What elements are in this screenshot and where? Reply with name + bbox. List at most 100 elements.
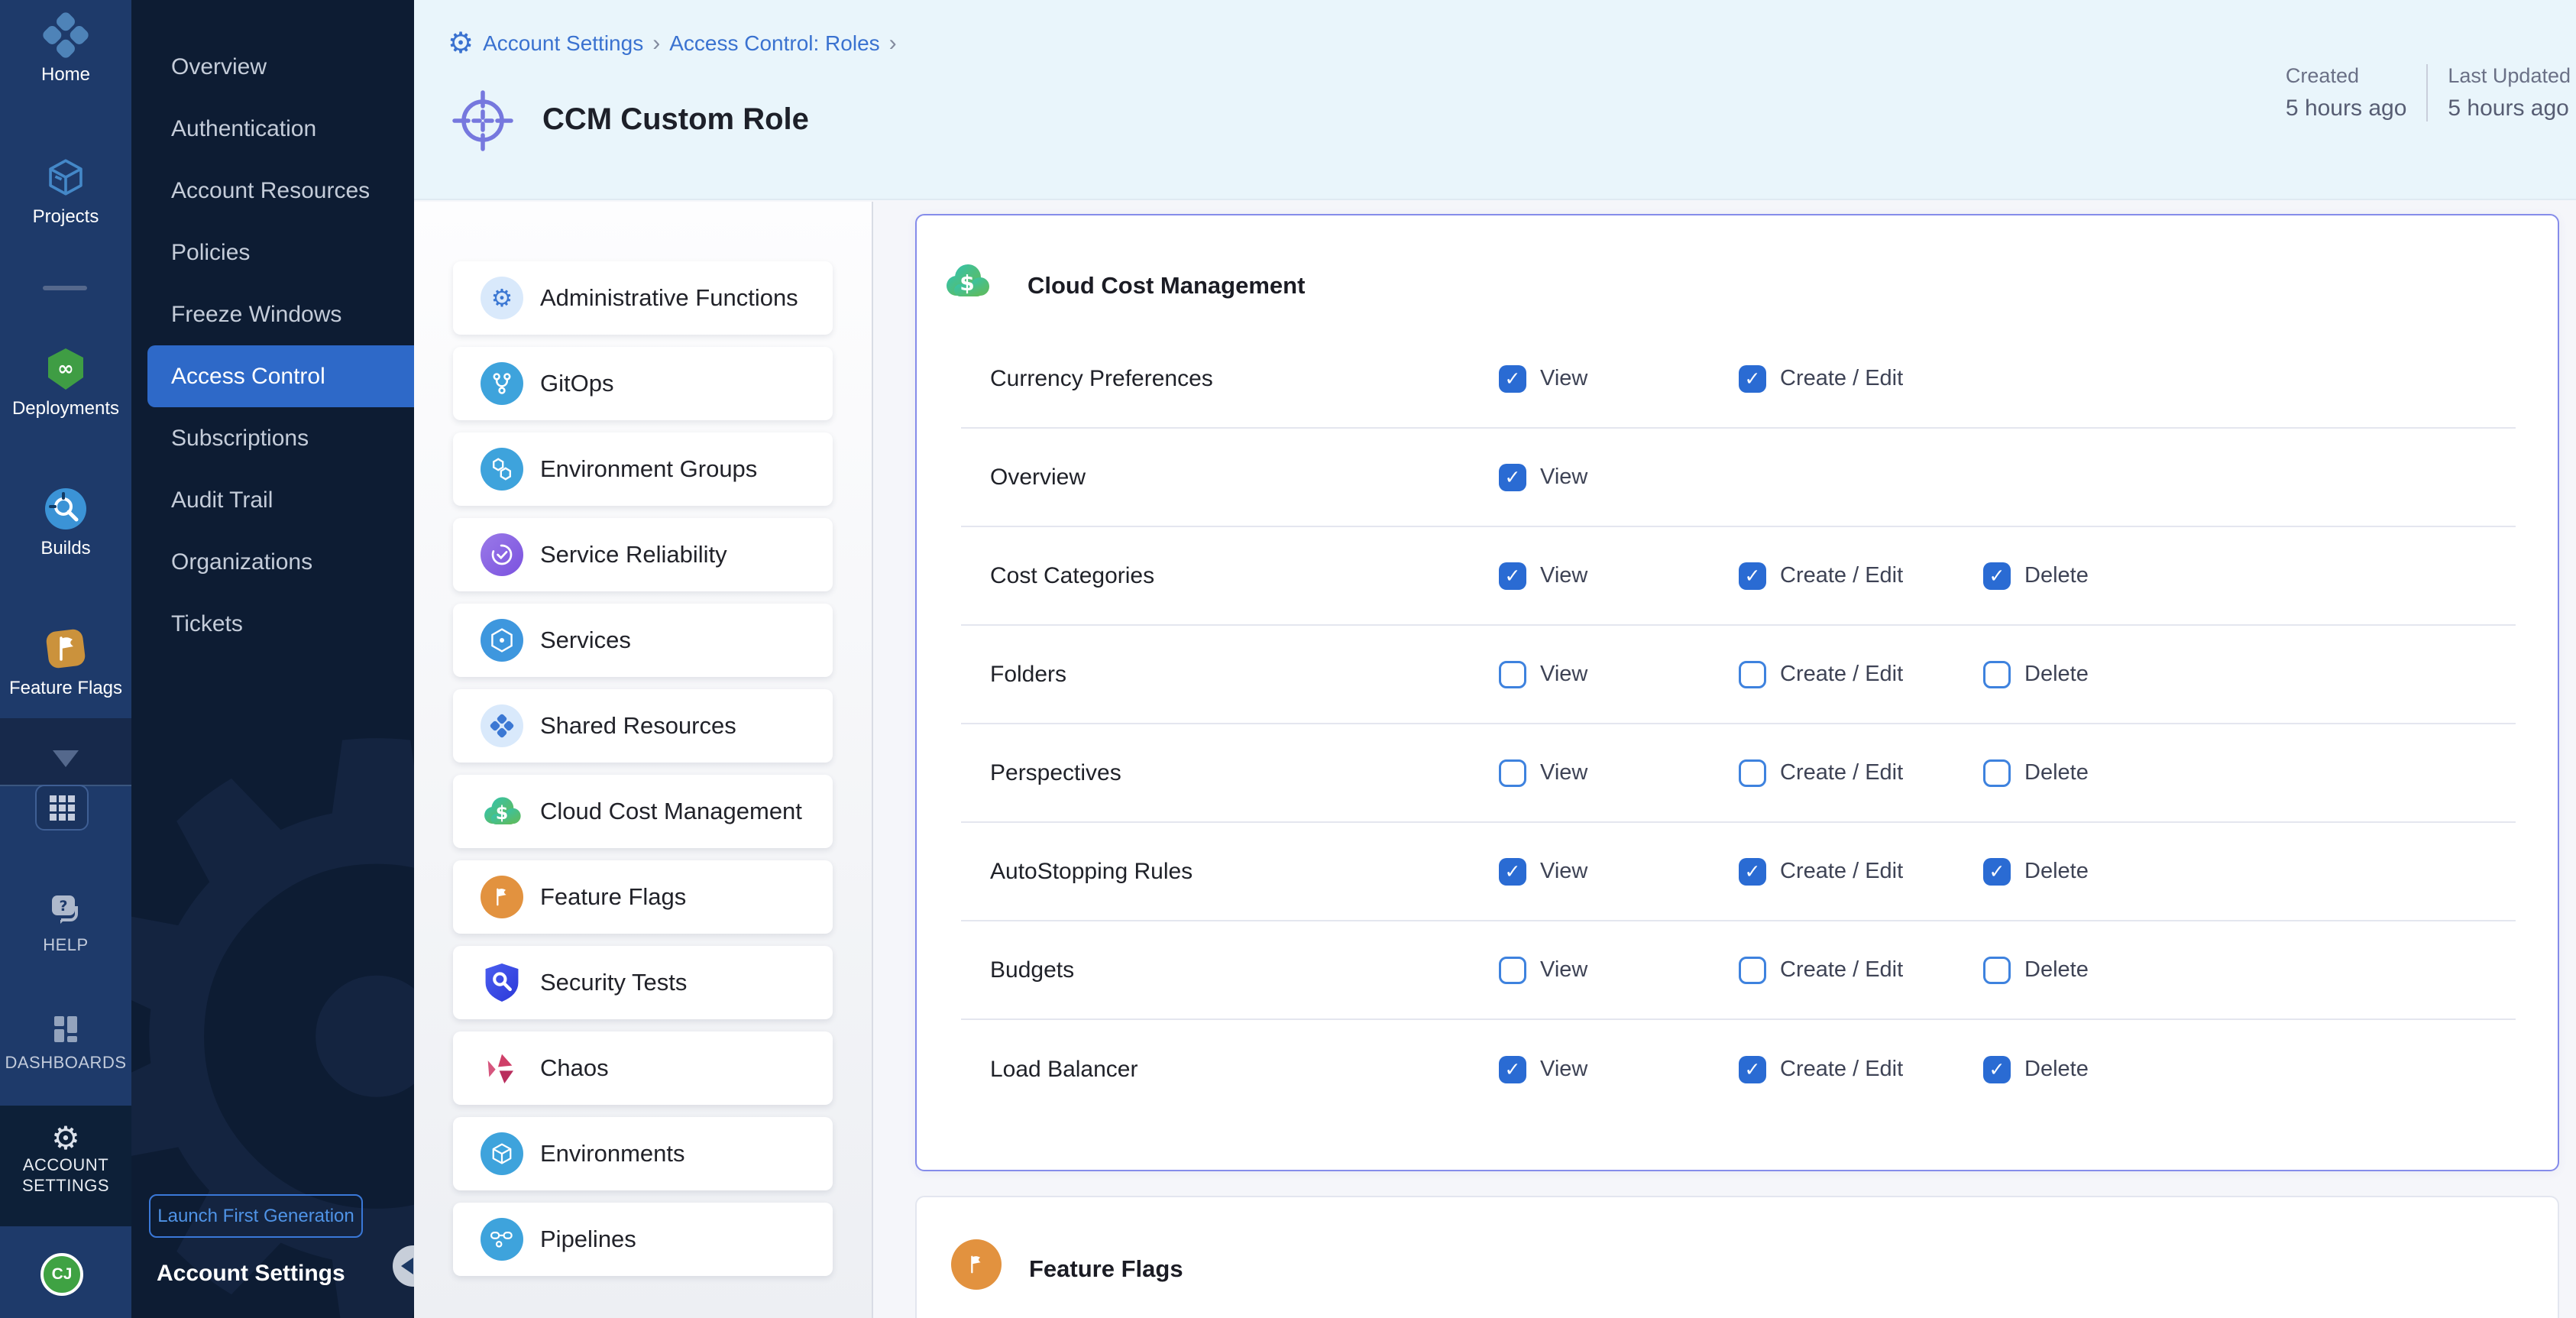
resource-card-admin[interactable]: ⚙Administrative Functions <box>453 261 833 335</box>
create-permission: Create / Edit <box>1739 626 1903 723</box>
create-checkbox[interactable]: ✓ <box>1739 562 1766 590</box>
settings-gear-icon: ⚙ <box>448 29 474 58</box>
resource-card-ff[interactable]: Feature Flags <box>453 860 833 934</box>
delete-checkbox[interactable] <box>1983 759 2011 787</box>
view-checkbox[interactable]: ✓ <box>1499 562 1526 590</box>
rail-module-label: Feature Flags <box>0 678 131 699</box>
resource-card-sto[interactable]: Security Tests <box>453 946 833 1019</box>
view-checkbox[interactable]: ✓ <box>1499 858 1526 886</box>
permission-row-autostopping-rules: AutoStopping Rules✓View✓Create / Edit✓De… <box>961 823 2516 921</box>
breadcrumb-access-control-roles[interactable]: Access Control: Roles <box>669 31 879 56</box>
account-settings-label-1: ACCOUNT <box>0 1154 131 1175</box>
checkbox-label: Create / Edit <box>1780 366 1903 391</box>
view-checkbox[interactable] <box>1499 759 1526 787</box>
dashboards-icon <box>0 1013 131 1049</box>
module-picker-button[interactable] <box>35 785 89 831</box>
sidebar-item-access-control[interactable]: Access Control <box>147 345 414 407</box>
view-checkbox[interactable]: ✓ <box>1499 365 1526 393</box>
created-value: 5 hours ago <box>2286 96 2406 121</box>
resource-card-label: Services <box>540 627 631 654</box>
sidebar-item-freeze-windows[interactable]: Freeze Windows <box>131 283 414 345</box>
resource-card-ccm[interactable]: $Cloud Cost Management <box>453 775 833 848</box>
sidebar-item-account-resources[interactable]: Account Resources <box>131 160 414 222</box>
gitops-icon <box>481 362 523 405</box>
view-checkbox[interactable]: ✓ <box>1499 464 1526 491</box>
permission-row-label: Perspectives <box>990 724 1121 821</box>
create-checkbox[interactable]: ✓ <box>1739 365 1766 393</box>
view-checkbox[interactable] <box>1499 661 1526 688</box>
sidebar-item-audit-trail[interactable]: Audit Trail <box>131 469 414 531</box>
sidebar-item-subscriptions[interactable]: Subscriptions <box>131 407 414 469</box>
rail-module-deployments[interactable]: ∞Deployments <box>0 345 131 419</box>
sidebar-item-tickets[interactable]: Tickets <box>131 593 414 655</box>
delete-checkbox[interactable] <box>1983 661 2011 688</box>
shared-icon <box>481 704 523 747</box>
role-target-icon <box>452 90 513 155</box>
create-checkbox[interactable] <box>1739 661 1766 688</box>
create-permission: Create / Edit <box>1739 724 1903 821</box>
resource-card-chaos[interactable]: Chaos <box>453 1031 833 1105</box>
cloud-cost-management-icon: $ <box>942 258 992 308</box>
view-permission: View <box>1499 921 1587 1018</box>
create-permission: ✓ Create / Edit <box>1739 330 1903 427</box>
deployments-icon: ∞ <box>0 345 131 393</box>
checkbox-label: View <box>1540 1057 1587 1082</box>
view-permission: ✓View <box>1499 527 1587 624</box>
view-permission: ✓View <box>1499 823 1587 920</box>
view-permission: View <box>1499 724 1587 821</box>
view-checkbox[interactable]: ✓ <box>1499 1056 1526 1083</box>
permission-row-currency-preferences: Currency Preferences✓View✓Create / Edit <box>961 330 2516 429</box>
permission-row-label: Folders <box>990 626 1066 723</box>
sidebar-item-overview[interactable]: Overview <box>131 36 414 98</box>
rail-module-label: Builds <box>0 538 131 559</box>
view-permission: ✓View <box>1499 330 1587 427</box>
permissions-area: $ Cloud Cost Management Currency Prefere… <box>873 202 2576 1318</box>
chaos-icon <box>481 1047 523 1090</box>
breadcrumb-account-settings[interactable]: Account Settings <box>483 31 643 56</box>
breadcrumb-separator: › <box>889 31 897 57</box>
launch-first-generation-button[interactable]: Launch First Generation <box>149 1194 363 1238</box>
chevron-down-icon[interactable] <box>53 750 79 767</box>
checkbox-label: Create / Edit <box>1780 859 1903 884</box>
resource-card-shared[interactable]: Shared Resources <box>453 689 833 763</box>
resource-card-sr[interactable]: Service Reliability <box>453 518 833 591</box>
checkbox-label: Delete <box>2024 760 2089 785</box>
create-checkbox[interactable] <box>1739 957 1766 984</box>
delete-checkbox[interactable]: ✓ <box>1983 562 2011 590</box>
create-checkbox[interactable]: ✓ <box>1739 1056 1766 1083</box>
checkbox-label: Create / Edit <box>1780 563 1903 588</box>
rail-module-feature-flags[interactable]: Feature Flags <box>0 624 131 699</box>
resource-card-label: Pipelines <box>540 1226 636 1253</box>
help-button[interactable]: ? HELP <box>0 892 131 955</box>
account-settings-button[interactable]: ⚙ ACCOUNT SETTINGS <box>0 1106 131 1226</box>
sto-icon <box>481 961 523 1004</box>
services-icon <box>481 619 523 662</box>
resource-card-gitops[interactable]: GitOps <box>453 347 833 420</box>
sidebar-item-policies[interactable]: Policies <box>131 222 414 283</box>
delete-checkbox[interactable] <box>1983 957 2011 984</box>
page-header: ⚙ Account Settings › Access Control: Rol… <box>414 0 2576 200</box>
rail-module-builds[interactable]: Builds <box>0 484 131 559</box>
resource-card-services[interactable]: Services <box>453 604 833 677</box>
checkbox-label: Delete <box>2024 563 2089 588</box>
checkbox-label: Delete <box>2024 662 2089 687</box>
sidebar-item-organizations[interactable]: Organizations <box>131 531 414 593</box>
rail-module-home[interactable]: Home <box>0 11 131 86</box>
delete-checkbox[interactable]: ✓ <box>1983 858 2011 886</box>
home-icon <box>0 11 131 60</box>
rail-module-projects[interactable]: Projects <box>0 153 131 228</box>
delete-permission: Delete <box>1983 724 2089 821</box>
last-updated-value: 5 hours ago <box>2448 96 2571 121</box>
view-permission: ✓View <box>1499 429 1587 526</box>
sidebar-item-authentication[interactable]: Authentication <box>131 98 414 160</box>
delete-checkbox[interactable]: ✓ <box>1983 1056 2011 1083</box>
create-checkbox[interactable]: ✓ <box>1739 858 1766 886</box>
resource-card-pipelines[interactable]: Pipelines <box>453 1203 833 1276</box>
dashboards-button[interactable]: DASHBOARDS <box>0 1013 131 1073</box>
create-checkbox[interactable] <box>1739 759 1766 787</box>
resource-card-envgroups[interactable]: Environment Groups <box>453 432 833 506</box>
checkbox-label: Create / Edit <box>1780 760 1903 785</box>
user-avatar[interactable]: CJ <box>40 1253 83 1296</box>
view-checkbox[interactable] <box>1499 957 1526 984</box>
resource-card-environments[interactable]: Environments <box>453 1117 833 1190</box>
